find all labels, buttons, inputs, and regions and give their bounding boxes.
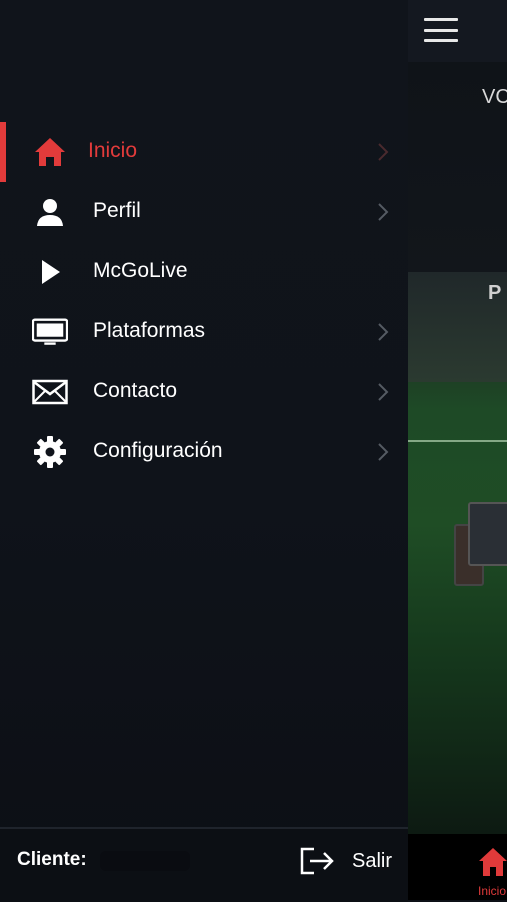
- menu-item-label: Inicio: [88, 139, 138, 162]
- tv-icon: [32, 316, 68, 348]
- chevron-right-icon: [378, 323, 389, 341]
- side-drawer: Inicio Perfil McGoLive Plataformas Conta…: [0, 0, 408, 902]
- chevron-right-icon: [378, 383, 389, 401]
- drawer-menu: Inicio Perfil McGoLive Plataformas Conta…: [0, 122, 408, 482]
- hamburger-menu-icon[interactable]: [424, 18, 458, 42]
- play-icon: [32, 256, 68, 288]
- chevron-right-icon: [378, 443, 389, 461]
- client-label: Cliente:: [17, 849, 87, 870]
- logout-label: Salir: [352, 850, 393, 872]
- menu-item-inicio[interactable]: Inicio: [0, 122, 408, 182]
- menu-item-plataformas[interactable]: Plataformas: [0, 302, 408, 362]
- gear-icon: [32, 436, 68, 468]
- home-icon[interactable]: [478, 846, 507, 878]
- menu-item-label: Perfil: [93, 199, 141, 222]
- client-name-redacted: [100, 851, 190, 871]
- chevron-right-icon: [378, 203, 389, 221]
- peek-banner-text: P: [488, 282, 502, 304]
- menu-item-perfil[interactable]: Perfil: [0, 182, 408, 242]
- menu-item-label: Plataformas: [93, 319, 206, 342]
- bottom-nav-home-label[interactable]: Inicio: [478, 884, 506, 898]
- mail-icon: [32, 376, 68, 408]
- bottom-navigation: Inicio: [408, 834, 507, 900]
- menu-item-label: Configuración: [93, 439, 223, 462]
- logout-button[interactable]: Salir: [298, 843, 408, 879]
- video-thumbnail: [468, 502, 507, 566]
- logout-icon: [300, 847, 334, 875]
- menu-item-label: Contacto: [93, 379, 178, 402]
- menu-item-label: McGoLive: [93, 259, 188, 282]
- user-icon: [32, 196, 68, 228]
- peek-heading-text: VC: [482, 86, 507, 108]
- field-line: [408, 440, 507, 442]
- home-icon: [32, 136, 68, 168]
- drawer-footer: Cliente: Salir: [0, 827, 408, 902]
- chevron-right-icon: [378, 143, 389, 161]
- menu-item-mcgolive[interactable]: McGoLive: [0, 242, 408, 302]
- content-peek: VC P: [408, 62, 507, 834]
- menu-item-contacto[interactable]: Contacto: [0, 362, 408, 422]
- menu-item-configuracion[interactable]: Configuración: [0, 422, 408, 482]
